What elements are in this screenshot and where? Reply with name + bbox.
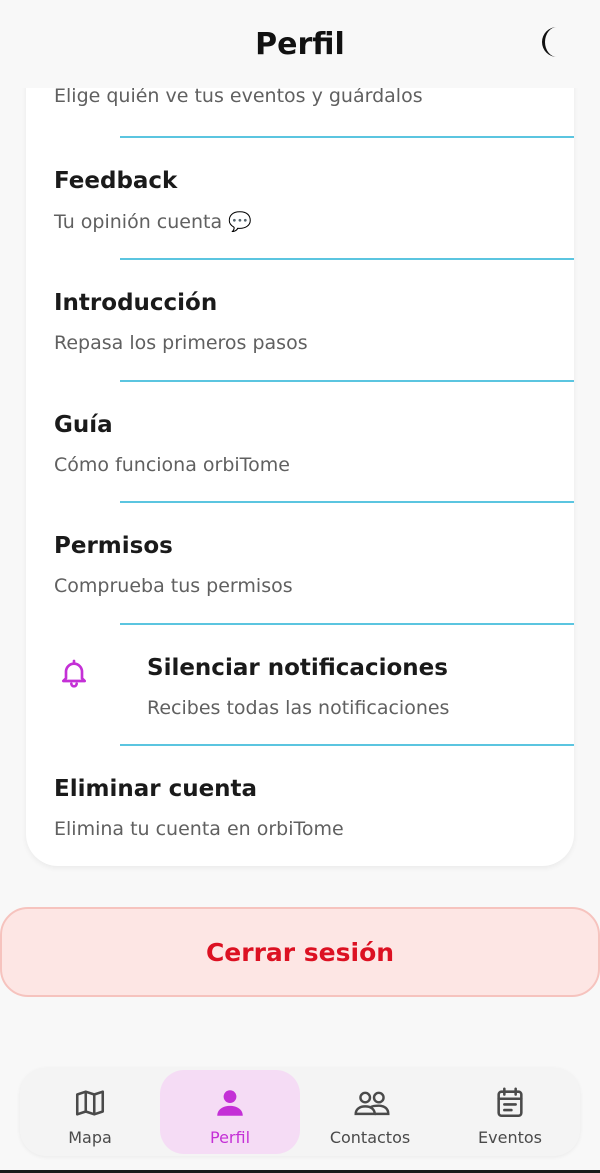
item-subtitle: Elimina tu cuenta en orbiTome [54,818,344,840]
app-header: Perfil [0,0,600,88]
item-title: Permisos [54,533,173,559]
item-title: Introducción [54,290,218,316]
item-subtitle: Tu opinión cuenta 💬 [54,211,252,233]
map-icon [73,1086,107,1120]
moon-icon [535,25,565,63]
item-title: Silenciar notificaciones [147,655,448,681]
item-title: Eliminar cuenta [54,776,258,802]
item-subtitle: Repasa los primeros pasos [54,332,308,354]
contacts-icon [353,1086,390,1120]
theme-toggle-button[interactable] [530,24,570,64]
logout-button[interactable]: Cerrar sesión [0,907,600,997]
guide-item[interactable]: Guía Cómo funciona orbiTome [26,382,574,504]
nav-item-eventos[interactable]: Eventos [440,1070,580,1154]
bottom-nav: Mapa Perfil Contactos Eventos [20,1068,580,1156]
nav-label: Perfil [209,1128,251,1147]
nav-item-perfil[interactable]: Perfil [160,1070,300,1154]
logout-label: Cerrar sesión [205,937,395,967]
permissions-item[interactable]: Permisos Comprueba tus permisos [26,503,574,625]
settings-card: Elige quién ve tus eventos y guárdalos F… [26,30,574,866]
item-subtitle: Comprueba tus permisos [54,575,293,597]
item-title: Feedback [54,168,178,194]
nav-item-mapa[interactable]: Mapa [20,1070,160,1154]
item-subtitle: Cómo funciona orbiTome [54,454,290,476]
bell-icon [58,657,90,689]
person-icon [213,1086,247,1120]
item-subtitle: Recibes todas las notificaciones [147,697,450,719]
feedback-item[interactable]: Feedback Tu opinión cuenta 💬 [26,138,574,260]
nav-item-contactos[interactable]: Contactos [300,1070,440,1154]
delete-account-item[interactable]: Eliminar cuenta Elimina tu cuenta en orb… [26,746,574,866]
nav-label: Contactos [329,1128,411,1147]
privacy-subtitle: Elige quién ve tus eventos y guárdalos [54,85,423,107]
calendar-icon [493,1086,527,1120]
nav-label: Mapa [68,1128,112,1147]
nav-label: Eventos [478,1128,542,1147]
page-title: Perfil [255,26,345,62]
introduction-item[interactable]: Introducción Repasa los primeros pasos [26,260,574,382]
item-title: Guía [54,412,113,438]
mute-notifications-item[interactable]: Silenciar notificaciones Recibes todas l… [26,625,574,747]
